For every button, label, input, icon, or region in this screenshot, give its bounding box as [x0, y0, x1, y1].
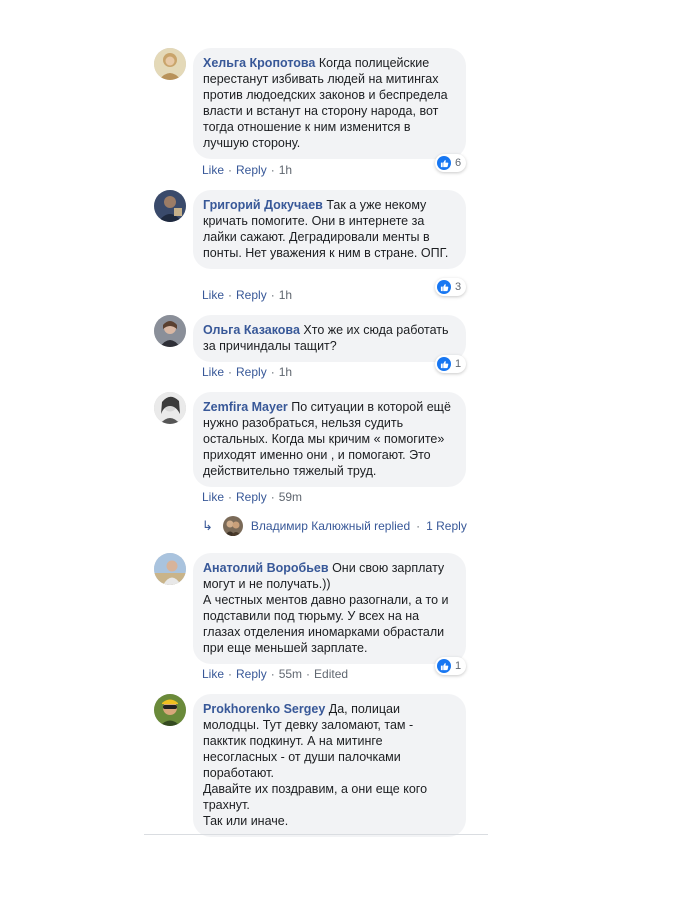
avatar[interactable] [154, 190, 186, 222]
reaction-number: 1 [455, 358, 462, 370]
comment-actions: Like · Reply · 55m · Edited [202, 667, 349, 681]
reply-link[interactable]: Reply [236, 667, 267, 681]
avatar[interactable] [154, 694, 186, 726]
comment-text: Они свою зарплату могут и не получать.))… [203, 561, 449, 655]
avatar [222, 516, 243, 536]
comment-time[interactable]: 1h [279, 163, 292, 177]
comment-bubble: Prokhorenko Sergey Да, полицаи молодцы. … [193, 694, 466, 837]
comment-author[interactable]: Анатолий Воробьев [203, 561, 329, 575]
reaction-count[interactable]: 1 [435, 355, 467, 373]
reaction-count[interactable]: 3 [435, 278, 467, 296]
thumbs-up-icon [437, 659, 451, 673]
reply-link[interactable]: Reply [236, 365, 267, 379]
like-link[interactable]: Like [202, 667, 224, 681]
avatar[interactable] [154, 48, 186, 80]
comment-author[interactable]: Prokhorenko Sergey [203, 702, 325, 716]
comment-time[interactable]: 59m [279, 490, 302, 504]
reply-count[interactable]: 1 Reply [426, 519, 467, 533]
thumbs-up-icon [437, 280, 451, 294]
comment-time[interactable]: 55m [279, 667, 302, 681]
avatar[interactable] [154, 553, 186, 585]
reaction-number: 3 [455, 281, 462, 293]
comment-text: Когда полицейские перестанут избивать лю… [203, 56, 448, 150]
thumbs-up-icon [437, 156, 451, 170]
comment-author[interactable]: Григорий Докучаев [203, 198, 323, 212]
view-replies[interactable]: ↳ Владимир Калюжный replied · 1 Reply [202, 516, 467, 536]
like-link[interactable]: Like [202, 365, 224, 379]
reply-link[interactable]: Reply [236, 288, 267, 302]
comment-bubble: Zemfira Mayer По ситуации в которой ещё … [193, 392, 466, 487]
reply-link[interactable]: Reply [236, 490, 267, 504]
like-link[interactable]: Like [202, 163, 224, 177]
like-link[interactable]: Like [202, 490, 224, 504]
avatar[interactable] [154, 392, 186, 424]
reply-arrow-icon: ↳ [202, 518, 213, 533]
separator: · [416, 519, 421, 533]
comment-time[interactable]: 1h [279, 288, 292, 302]
comment-bubble: Ольга Казакова Хто же их сюда работать з… [193, 315, 466, 362]
comment-actions: Like · Reply · 1h [202, 288, 293, 302]
thumbs-up-icon [437, 357, 451, 371]
edited-label[interactable]: Edited [314, 667, 348, 681]
comment-actions: Like · Reply · 59m [202, 490, 303, 504]
comment-author[interactable]: Zemfira Mayer [203, 400, 288, 414]
comment-actions: Like · Reply · 1h [202, 163, 293, 177]
reaction-number: 1 [455, 660, 462, 672]
comment-author[interactable]: Ольга Казакова [203, 323, 300, 337]
reaction-count[interactable]: 6 [435, 154, 467, 172]
avatar[interactable] [154, 315, 186, 347]
reaction-number: 6 [455, 157, 462, 169]
like-link[interactable]: Like [202, 288, 224, 302]
comment-actions: Like · Reply · 1h [202, 365, 293, 379]
divider [144, 834, 488, 835]
comment-bubble: Хельга Кропотова Когда полицейские перес… [193, 48, 466, 159]
comment-bubble: Григорий Докучаев Так а уже некому крича… [193, 190, 466, 269]
comment-author[interactable]: Хельга Кропотова [203, 56, 315, 70]
reaction-count[interactable]: 1 [435, 657, 467, 675]
replied-by[interactable]: Владимир Калюжный replied [251, 519, 410, 533]
reply-link[interactable]: Reply [236, 163, 267, 177]
comment-time[interactable]: 1h [279, 365, 292, 379]
comment-text: Да, полицаи молодцы. Тут девку заломают,… [203, 702, 428, 828]
comment-bubble: Анатолий Воробьев Они свою зарплату могу… [193, 553, 466, 664]
